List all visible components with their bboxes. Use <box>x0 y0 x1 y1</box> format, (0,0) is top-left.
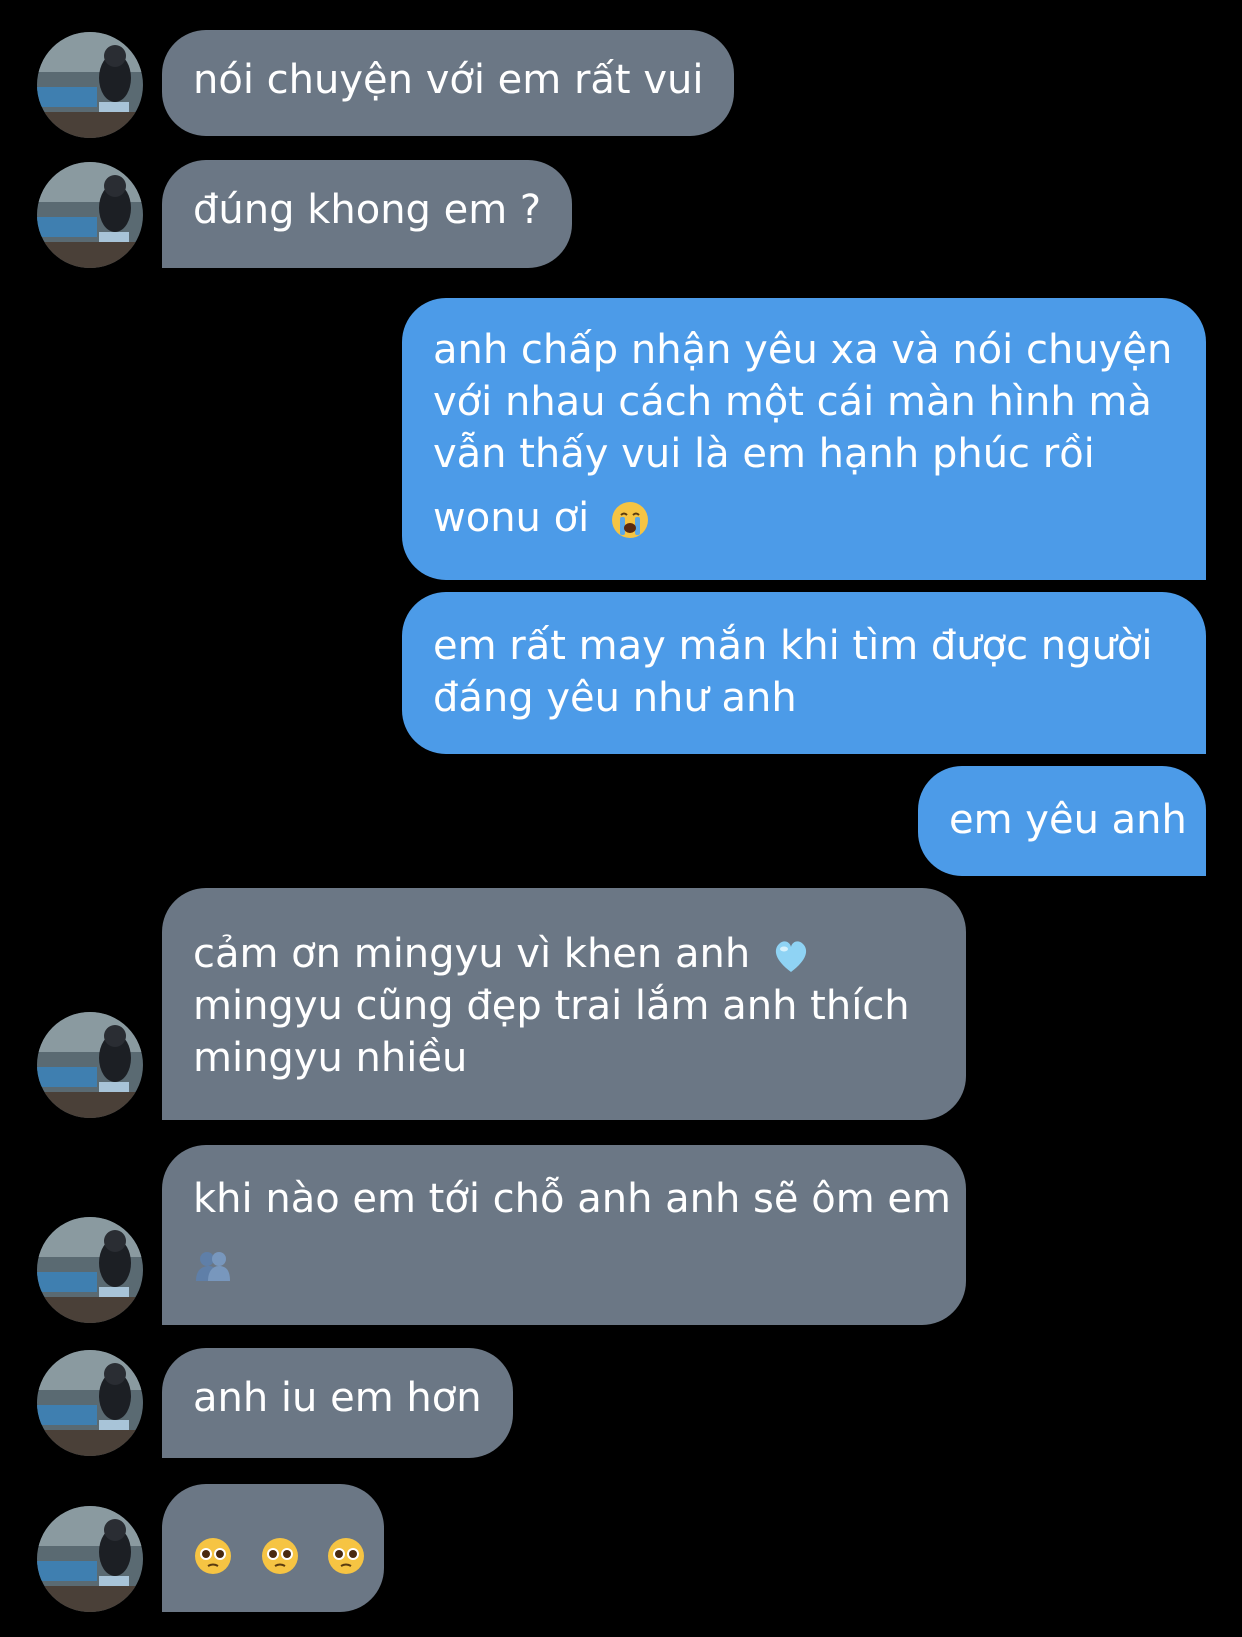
outgoing-message-bubble[interactable]: em yêu anh <box>918 766 1206 876</box>
contact-avatar[interactable] <box>37 1506 143 1612</box>
outgoing-message-bubble[interactable]: anh chấp nhận yêu xa và nói chuyện với n… <box>402 298 1206 580</box>
contact-avatar[interactable] <box>37 1217 143 1323</box>
message-text-line: wonu ơi <box>433 495 590 541</box>
incoming-message-bubble[interactable] <box>162 1484 384 1612</box>
incoming-message-bubble[interactable]: đúng khong em ? <box>162 160 573 268</box>
message-text: đúng khong em ? <box>193 187 542 233</box>
message-text-line: cảm ơn mingyu vì khen anh <box>193 931 751 977</box>
loudly-crying-face-icon <box>610 500 650 540</box>
message-text-line: vẫn thấy vui là em hạnh phúc rồi <box>433 431 1095 477</box>
message-text: em yêu anh <box>949 797 1187 843</box>
incoming-message-bubble[interactable]: cảm ơn mingyu vì khen anh mingyu cũng đẹ… <box>162 888 966 1120</box>
outgoing-message-bubble[interactable]: em rất may mắn khi tìm được người đáng y… <box>402 592 1206 754</box>
contact-avatar[interactable] <box>37 1012 143 1118</box>
light-blue-heart-icon <box>771 936 811 976</box>
message-text: anh iu em hơn <box>193 1375 482 1421</box>
message-text-line: với nhau cách một cái màn hình mà <box>433 379 1152 425</box>
incoming-message-bubble[interactable]: khi nào em tới chỗ anh anh sẽ ôm em <box>162 1145 966 1325</box>
incoming-message-bubble[interactable]: nói chuyện với em rất vui <box>162 30 735 136</box>
contact-avatar[interactable] <box>37 1350 143 1456</box>
pleading-face-icon <box>326 1536 366 1576</box>
message-text-line: đáng yêu như anh <box>433 675 797 721</box>
message-text-line: mingyu nhiều <box>193 1035 468 1081</box>
message-text: nói chuyện với em rất vui <box>193 57 704 103</box>
pleading-face-icon <box>193 1536 233 1576</box>
message-text-line: khi nào em tới chỗ anh anh sẽ ôm em <box>193 1176 951 1222</box>
contact-avatar[interactable] <box>37 32 143 138</box>
message-text-line: anh chấp nhận yêu xa và nói chuyện <box>433 327 1173 373</box>
people-hugging-icon <box>193 1245 233 1285</box>
contact-avatar[interactable] <box>37 162 143 268</box>
message-text-line: em rất may mắn khi tìm được người <box>433 623 1153 669</box>
incoming-message-bubble[interactable]: anh iu em hơn <box>162 1348 513 1458</box>
message-text-line: mingyu cũng đẹp trai lắm anh thích <box>193 983 910 1029</box>
pleading-face-icon <box>260 1536 300 1576</box>
